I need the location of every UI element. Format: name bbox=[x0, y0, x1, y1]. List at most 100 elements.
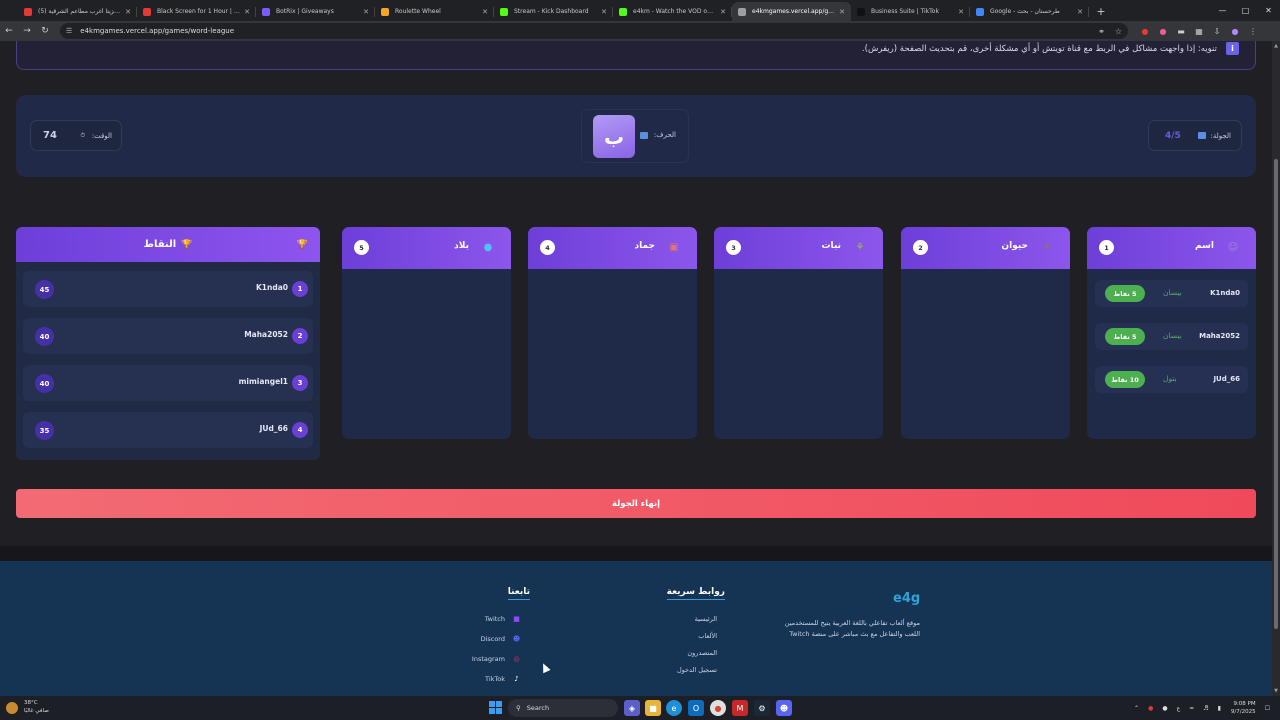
timer-value: 74 bbox=[43, 130, 57, 141]
answer-row: 10 نقاط بتول JUd_66 bbox=[1095, 366, 1248, 393]
timer-box: 74 ⏱ الوقت: bbox=[30, 120, 122, 151]
extension-red-icon[interactable]: ● bbox=[1136, 22, 1154, 40]
browser-tab[interactable]: Google - طرحستان - بحث ✕ bbox=[970, 2, 1089, 21]
browser-tab[interactable]: e4km - Watch the VOD on Kick ✕ bbox=[613, 2, 732, 21]
tab-favicon-icon bbox=[24, 7, 32, 16]
taskbar-clock[interactable]: 9:08 PM 9/7/2025 bbox=[1231, 700, 1256, 716]
discord-app-icon[interactable]: ☻ bbox=[776, 700, 792, 716]
tray-app-icon[interactable]: ● bbox=[1148, 705, 1153, 712]
category-number: 5 bbox=[354, 240, 369, 255]
tab-close-icon[interactable]: ✕ bbox=[125, 8, 131, 16]
social-link[interactable]: Twitch ■ bbox=[485, 613, 522, 624]
quick-link[interactable]: الألعاب bbox=[698, 632, 717, 640]
browser-menu-icon[interactable]: ⋮ bbox=[1244, 22, 1262, 40]
scroll-up-icon[interactable]: ▲ bbox=[1272, 43, 1280, 49]
notifications-icon[interactable]: ☐ bbox=[1265, 705, 1270, 712]
extensions-area: ● ● ▬ ▦ ⇩ ● ⋮ bbox=[1136, 22, 1262, 40]
tab-close-icon[interactable]: ✕ bbox=[1077, 8, 1083, 16]
tiktok-icon: ♪ bbox=[514, 674, 519, 683]
quick-link[interactable]: المتصدرون bbox=[687, 649, 717, 657]
site-info-icon[interactable]: ☰ bbox=[66, 27, 72, 35]
close-window-icon[interactable]: ✕ bbox=[1257, 0, 1280, 21]
extensions-puzzle-icon[interactable]: ▦ bbox=[1190, 22, 1208, 40]
chrome-icon[interactable]: ● bbox=[710, 700, 726, 716]
answer-points-badge: 10 نقاط bbox=[1105, 371, 1145, 388]
tray-app2-icon[interactable]: ● bbox=[1162, 705, 1167, 712]
browser-tab[interactable]: e4kmgames.vercel.app/games/ ✕ bbox=[732, 2, 851, 21]
tab-close-icon[interactable]: ✕ bbox=[958, 8, 964, 16]
file-explorer-icon[interactable]: ■ bbox=[645, 700, 661, 716]
reload-icon[interactable]: ↻ bbox=[36, 22, 54, 40]
social-label: Instagram bbox=[471, 654, 505, 663]
red-app-icon[interactable]: M bbox=[732, 700, 748, 716]
tab-close-icon[interactable]: ✕ bbox=[720, 8, 726, 16]
battery-icon[interactable]: ▮ bbox=[1218, 705, 1221, 712]
scroll-down-icon[interactable]: ▼ bbox=[1272, 688, 1280, 694]
score-rank: 2 bbox=[292, 328, 308, 344]
taskbar-search[interactable]: ⚲ Search bbox=[508, 699, 618, 717]
wifi-icon[interactable]: ≈ bbox=[1189, 705, 1194, 712]
scoreboard-title: النقاط bbox=[143, 239, 177, 250]
end-round-button[interactable]: إنهاء الجولة bbox=[16, 489, 1256, 518]
tab-close-icon[interactable]: ✕ bbox=[482, 8, 488, 16]
tab-close-icon[interactable]: ✕ bbox=[363, 8, 369, 16]
weather-widget[interactable]: 38°C صافي غالبًا bbox=[24, 699, 49, 715]
share-icon[interactable]: ⚭ bbox=[1098, 27, 1105, 36]
plant-icon: ⚘ bbox=[855, 241, 865, 253]
quick-link[interactable]: الرئيسية bbox=[695, 615, 717, 623]
url-field[interactable]: ☰ e4kmgames.vercel.app/games/word-league… bbox=[60, 23, 1128, 39]
forward-arrow-icon[interactable]: → bbox=[18, 22, 36, 40]
scoreboard-row: 40 mimiangel1 3 bbox=[23, 365, 313, 401]
round-box: 4/5 الجولة: bbox=[1148, 120, 1242, 151]
tab-title: Business Suite | TikTok bbox=[871, 8, 939, 15]
back-arrow-icon[interactable]: ← bbox=[0, 22, 18, 40]
category-title: نبات bbox=[821, 241, 841, 251]
browser-tab[interactable]: Stream - Kick Dashboard ✕ bbox=[494, 2, 613, 21]
tray-chevron-icon[interactable]: ⌃ bbox=[1134, 705, 1139, 712]
scrollbar-thumb[interactable] bbox=[1274, 159, 1278, 629]
answer-user: JUd_66 bbox=[1213, 375, 1240, 383]
browser-tab[interactable]: Business Suite | TikTok ✕ bbox=[851, 2, 970, 21]
start-menu-icon[interactable] bbox=[489, 701, 502, 714]
trophy-outline-icon: 🏆 bbox=[296, 239, 308, 250]
new-tab-button[interactable]: + bbox=[1093, 3, 1109, 19]
social-link[interactable]: TikTok ♪ bbox=[485, 673, 522, 684]
tab-close-icon[interactable]: ✕ bbox=[601, 8, 607, 16]
notice-text: تنويه: إذا واجهت مشاكل في الربط مع قناة … bbox=[861, 44, 1217, 54]
bookmark-star-icon[interactable]: ☆ bbox=[1115, 27, 1122, 36]
downloads-icon[interactable]: ⇩ bbox=[1208, 22, 1226, 40]
tab-favicon-icon bbox=[738, 7, 746, 16]
browser-tab[interactable]: (5) حزيتا أغرب مطاعم الشرقية ! ✕ bbox=[18, 2, 137, 21]
weather-icon[interactable] bbox=[6, 702, 18, 714]
quick-link[interactable]: تسجيل الدخول bbox=[677, 666, 717, 674]
social-link[interactable]: Instagram ◎ bbox=[472, 653, 522, 664]
browser-tab[interactable]: Roulette Wheel ✕ bbox=[375, 2, 494, 21]
profile-avatar[interactable]: ● bbox=[1226, 22, 1244, 40]
category-title: حيوان bbox=[1001, 241, 1028, 251]
outlook-icon[interactable]: O bbox=[688, 700, 704, 716]
copilot-app-icon[interactable]: ◈ bbox=[624, 700, 640, 716]
edge-browser-icon[interactable]: e bbox=[666, 700, 682, 716]
social-link[interactable]: Discord ☻ bbox=[481, 633, 522, 644]
steam-icon[interactable]: ⚙ bbox=[754, 700, 770, 716]
page-scrollbar[interactable]: ▲ ▼ bbox=[1272, 41, 1280, 696]
tab-close-icon[interactable]: ✕ bbox=[839, 8, 845, 16]
maximize-icon[interactable]: □ bbox=[1234, 0, 1257, 21]
extension-pink-icon[interactable]: ● bbox=[1154, 22, 1172, 40]
browser-tab[interactable]: BotRix | Giveaways ✕ bbox=[256, 2, 375, 21]
language-indicator[interactable]: ع bbox=[1177, 705, 1181, 712]
category-number: 3 bbox=[726, 240, 741, 255]
address-bar: ← → ↻ ☰ e4kmgames.vercel.app/games/word-… bbox=[0, 21, 1280, 41]
browser-tab[interactable]: Black Screen for 1 Hour | Perfe ✕ bbox=[137, 2, 256, 21]
tab-favicon-icon bbox=[976, 7, 984, 16]
twitch-icon: ■ bbox=[513, 614, 520, 623]
answer-row: 5 نقاط بيسان K1nda0 bbox=[1095, 280, 1248, 307]
minimize-icon[interactable]: — bbox=[1211, 0, 1234, 21]
url-text[interactable]: e4kmgames.vercel.app/games/word-league bbox=[80, 27, 1088, 35]
category-number: 1 bbox=[1099, 240, 1114, 255]
footer-brand[interactable]: e4g bbox=[893, 591, 920, 606]
tab-close-icon[interactable]: ✕ bbox=[244, 8, 250, 16]
volume-icon[interactable]: ♬ bbox=[1203, 705, 1208, 712]
clock-time: 9:08 PM bbox=[1233, 701, 1256, 707]
extension-mustache-icon[interactable]: ▬ bbox=[1172, 22, 1190, 40]
